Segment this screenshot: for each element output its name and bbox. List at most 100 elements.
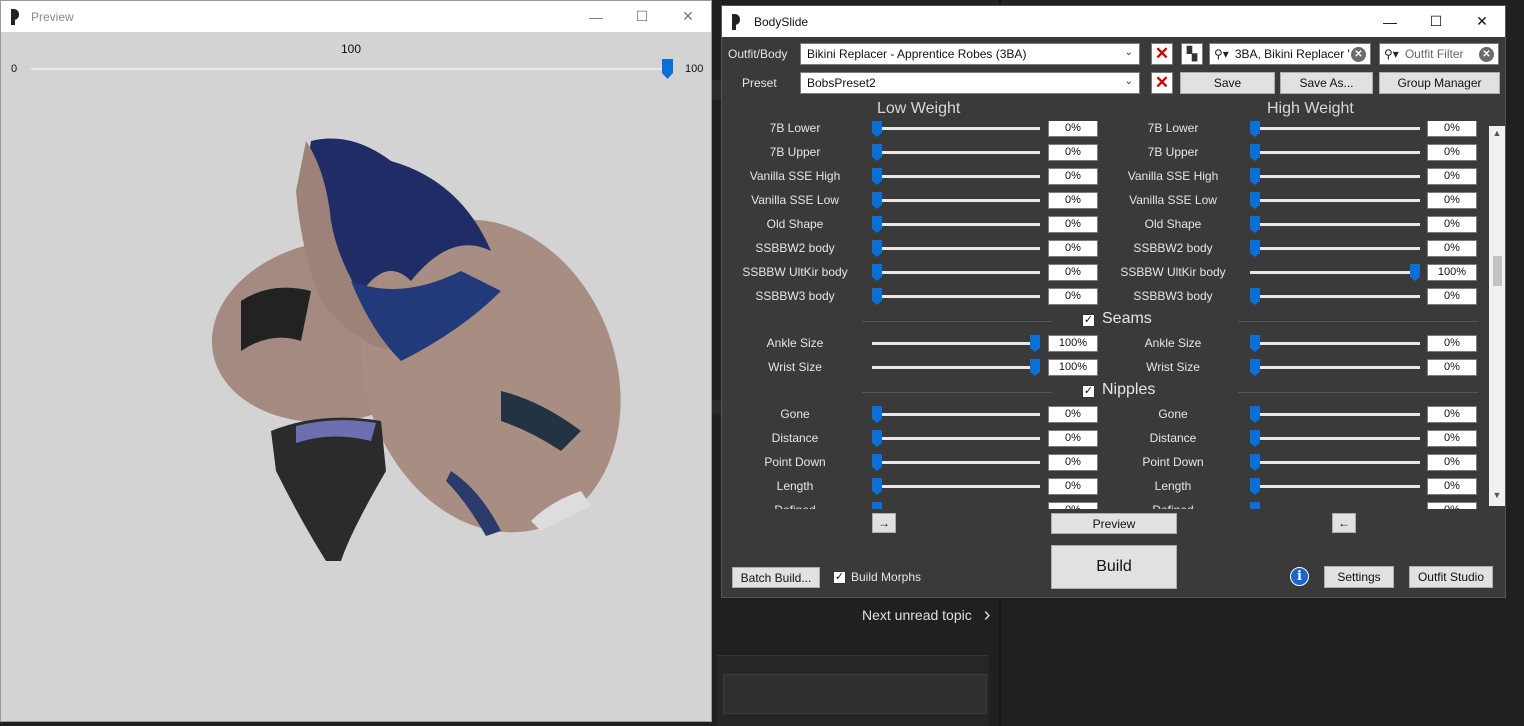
- high-weight-slider-thumb[interactable]: [1250, 430, 1260, 447]
- copy-high-to-low-button[interactable]: ←: [1332, 513, 1356, 533]
- low-weight-slider-thumb[interactable]: [872, 478, 882, 495]
- copy-low-to-high-button[interactable]: →: [872, 513, 896, 533]
- low-weight-slider-thumb[interactable]: [872, 216, 882, 233]
- high-weight-slider-thumb[interactable]: [1250, 502, 1260, 509]
- high-weight-slider-track[interactable]: [1250, 271, 1420, 274]
- group-filter-input[interactable]: ⚲▾ 3BA, Bikini Replacer ' ✕: [1209, 43, 1371, 65]
- low-weight-value-field[interactable]: 0%: [1048, 430, 1098, 447]
- high-weight-slider-thumb[interactable]: [1250, 192, 1260, 209]
- group-visibility-checkbox[interactable]: ✓: [1082, 314, 1095, 327]
- high-weight-value-field[interactable]: 0%: [1427, 359, 1477, 376]
- low-weight-value-field[interactable]: 0%: [1048, 240, 1098, 257]
- low-weight-slider-thumb[interactable]: [872, 240, 882, 257]
- high-weight-value-field[interactable]: 0%: [1427, 430, 1477, 447]
- clear-preset-button[interactable]: ✕: [1151, 72, 1173, 94]
- preview-button[interactable]: Preview: [1051, 513, 1177, 534]
- preset-dropdown[interactable]: BobsPreset2 ⌄: [800, 72, 1140, 94]
- minimize-button[interactable]: —: [1367, 6, 1413, 37]
- high-weight-value-field[interactable]: 0%: [1427, 216, 1477, 233]
- save-button[interactable]: Save: [1180, 72, 1275, 94]
- low-weight-value-field[interactable]: 0%: [1048, 502, 1098, 509]
- high-weight-value-field[interactable]: 0%: [1427, 478, 1477, 495]
- high-weight-slider-track[interactable]: [1250, 437, 1420, 440]
- low-weight-slider-thumb[interactable]: [872, 502, 882, 509]
- build-morphs-checkbox[interactable]: ✓ Build Morphs: [833, 570, 921, 584]
- high-weight-value-field[interactable]: 0%: [1427, 502, 1477, 509]
- maximize-button[interactable]: ☐: [619, 1, 665, 32]
- low-weight-value-field[interactable]: 100%: [1048, 359, 1098, 376]
- low-weight-slider-track[interactable]: [872, 342, 1040, 345]
- background-reply-box[interactable]: [723, 674, 987, 714]
- group-manager-button[interactable]: Group Manager: [1379, 72, 1500, 94]
- high-weight-value-field[interactable]: 0%: [1427, 454, 1477, 471]
- high-weight-slider-thumb[interactable]: [1250, 288, 1260, 305]
- low-weight-slider-thumb[interactable]: [872, 192, 882, 209]
- clear-filter-icon[interactable]: ✕: [1351, 47, 1366, 62]
- low-weight-value-field[interactable]: 0%: [1048, 121, 1098, 137]
- low-weight-slider-thumb[interactable]: [872, 121, 882, 137]
- high-weight-slider-track[interactable]: [1250, 127, 1420, 130]
- low-weight-value-field[interactable]: 0%: [1048, 144, 1098, 161]
- preview-3d-model[interactable]: [201, 131, 621, 571]
- high-weight-slider-track[interactable]: [1250, 342, 1420, 345]
- low-weight-slider-thumb[interactable]: [872, 168, 882, 185]
- low-weight-value-field[interactable]: 0%: [1048, 192, 1098, 209]
- low-weight-value-field[interactable]: 0%: [1048, 168, 1098, 185]
- high-weight-slider-track[interactable]: [1250, 175, 1420, 178]
- low-weight-value-field[interactable]: 0%: [1048, 406, 1098, 423]
- high-weight-value-field[interactable]: 0%: [1427, 121, 1477, 137]
- low-weight-slider-track[interactable]: [872, 295, 1040, 298]
- high-weight-slider-track[interactable]: [1250, 199, 1420, 202]
- high-weight-slider-thumb[interactable]: [1250, 478, 1260, 495]
- low-weight-slider-track[interactable]: [872, 366, 1040, 369]
- high-weight-slider-thumb[interactable]: [1250, 406, 1260, 423]
- high-weight-slider-track[interactable]: [1250, 485, 1420, 488]
- low-weight-slider-thumb[interactable]: [872, 144, 882, 161]
- high-weight-value-field[interactable]: 0%: [1427, 192, 1477, 209]
- group-visibility-checkbox[interactable]: ✓: [1082, 385, 1095, 398]
- low-weight-slider-thumb[interactable]: [1030, 359, 1040, 376]
- high-weight-slider-thumb[interactable]: [1250, 359, 1260, 376]
- high-weight-slider-thumb[interactable]: [1250, 335, 1260, 352]
- low-weight-slider-track[interactable]: [872, 199, 1040, 202]
- low-weight-value-field[interactable]: 0%: [1048, 454, 1098, 471]
- low-weight-value-field[interactable]: 0%: [1048, 288, 1098, 305]
- maximize-button[interactable]: ☐: [1413, 6, 1459, 37]
- high-weight-slider-track[interactable]: [1250, 413, 1420, 416]
- high-weight-value-field[interactable]: 0%: [1427, 240, 1477, 257]
- low-weight-value-field[interactable]: 100%: [1048, 335, 1098, 352]
- high-weight-value-field[interactable]: 0%: [1427, 144, 1477, 161]
- outfit-filter-input[interactable]: ⚲▾ Outfit Filter ✕: [1379, 43, 1499, 65]
- low-weight-slider-track[interactable]: [872, 271, 1040, 274]
- low-weight-slider-track[interactable]: [872, 413, 1040, 416]
- settings-button[interactable]: Settings: [1324, 566, 1394, 588]
- slider-list-scrollbar[interactable]: ▲ ▼: [1489, 126, 1505, 506]
- scroll-down-icon[interactable]: ▼: [1489, 490, 1505, 504]
- high-weight-slider-track[interactable]: [1250, 247, 1420, 250]
- low-weight-slider-track[interactable]: [872, 127, 1040, 130]
- high-weight-slider-thumb[interactable]: [1250, 144, 1260, 161]
- high-weight-value-field[interactable]: 0%: [1427, 335, 1477, 352]
- outfit-body-dropdown[interactable]: Bikini Replacer - Apprentice Robes (3BA)…: [800, 43, 1140, 65]
- close-button[interactable]: ✕: [1459, 6, 1505, 37]
- high-weight-slider-thumb[interactable]: [1250, 216, 1260, 233]
- low-weight-slider-track[interactable]: [872, 461, 1040, 464]
- high-weight-value-field[interactable]: 0%: [1427, 406, 1477, 423]
- high-weight-slider-thumb[interactable]: [1250, 121, 1260, 137]
- low-weight-value-field[interactable]: 0%: [1048, 216, 1098, 233]
- high-weight-slider-track[interactable]: [1250, 461, 1420, 464]
- low-weight-slider-track[interactable]: [872, 175, 1040, 178]
- low-weight-slider-thumb[interactable]: [872, 288, 882, 305]
- build-button[interactable]: Build: [1051, 545, 1177, 589]
- high-weight-value-field[interactable]: 0%: [1427, 288, 1477, 305]
- outfit-icon-button[interactable]: ▚: [1181, 43, 1203, 65]
- info-icon[interactable]: i: [1290, 567, 1309, 586]
- high-weight-slider-thumb[interactable]: [1250, 454, 1260, 471]
- low-weight-slider-track[interactable]: [872, 151, 1040, 154]
- high-weight-value-field[interactable]: 0%: [1427, 168, 1477, 185]
- high-weight-value-field[interactable]: 100%: [1427, 264, 1477, 281]
- high-weight-slider-thumb[interactable]: [1410, 264, 1420, 281]
- preview-weight-track[interactable]: [31, 68, 671, 70]
- scrollbar-thumb[interactable]: [1493, 256, 1502, 286]
- high-weight-slider-track[interactable]: [1250, 366, 1420, 369]
